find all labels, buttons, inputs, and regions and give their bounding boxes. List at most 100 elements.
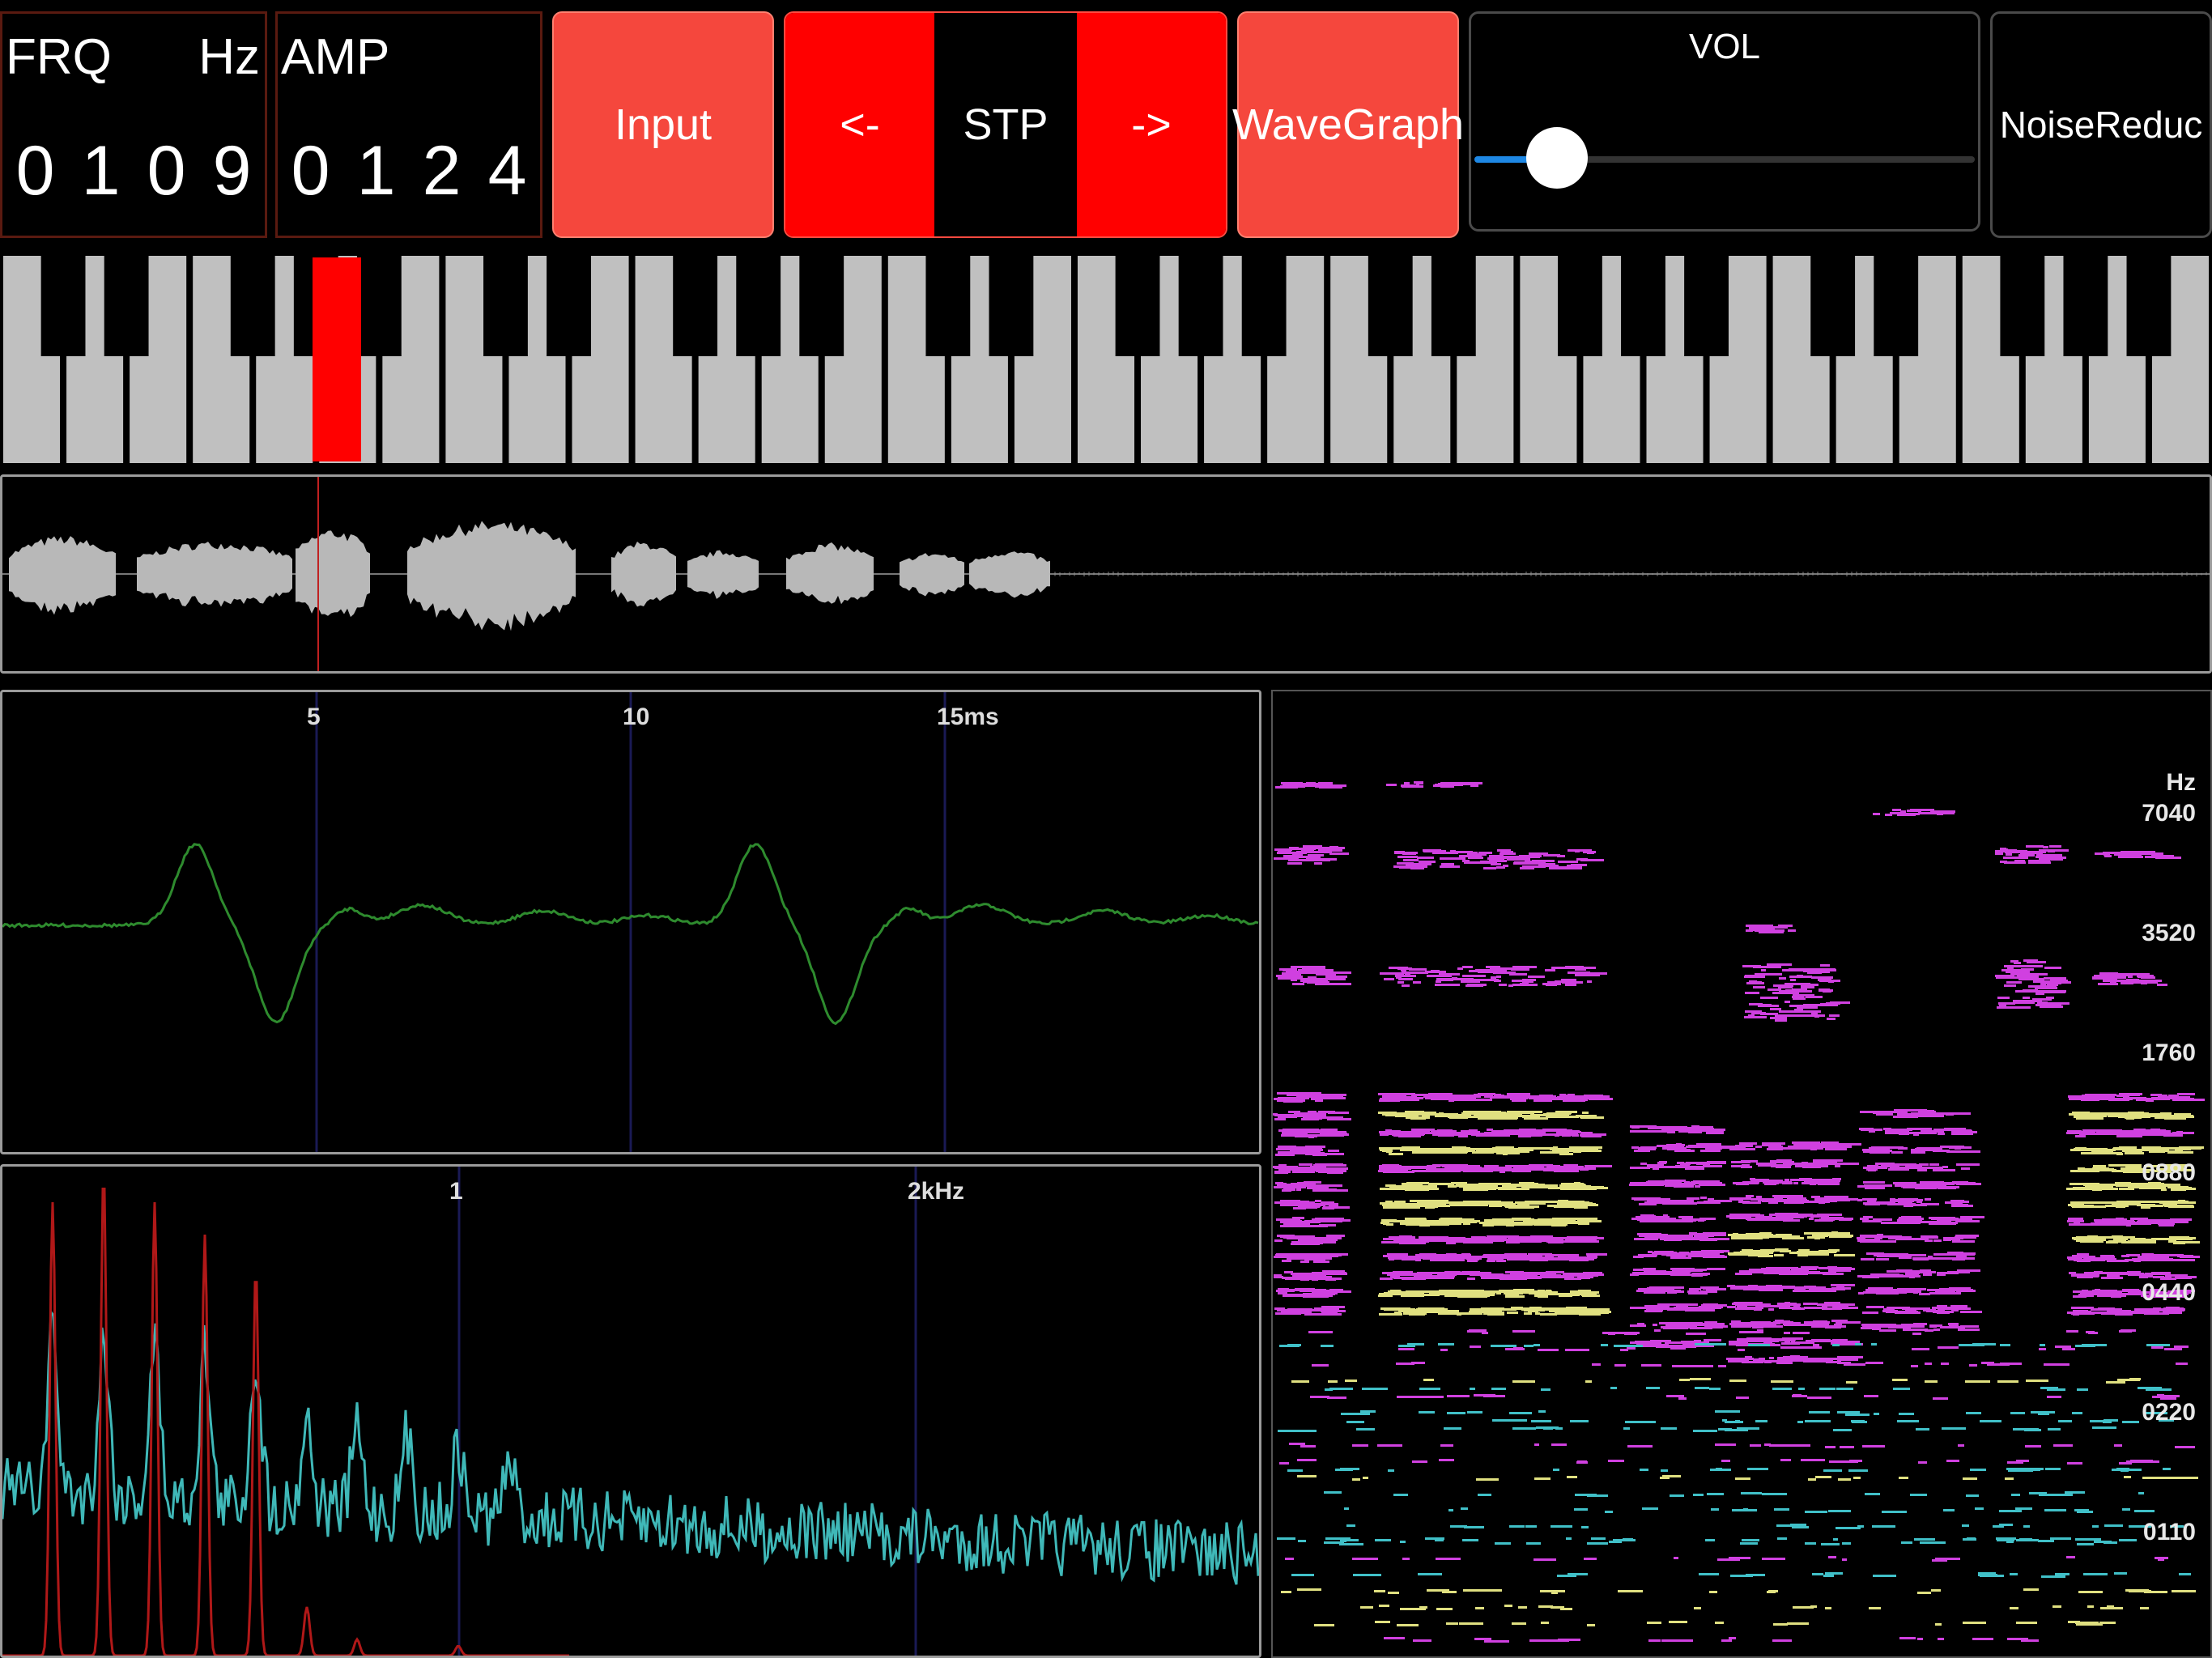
spectrogram-cell bbox=[1736, 1397, 1749, 1399]
spectrogram-cell bbox=[1810, 971, 1830, 973]
spectrogram-cell bbox=[2034, 861, 2044, 863]
spectrogram-cell bbox=[1406, 1223, 1421, 1226]
spectrogram-cell bbox=[1960, 1311, 1982, 1313]
spectrogram-cell bbox=[1828, 980, 1834, 983]
spectrogram-cell bbox=[1876, 1113, 1893, 1116]
spectrogram-cell bbox=[1852, 1421, 1867, 1423]
spectrogram-cell bbox=[1517, 1291, 1540, 1294]
spectrogram-cell bbox=[1278, 1146, 1296, 1148]
noise-reduction-button[interactable]: NoiseReduc bbox=[1990, 11, 2212, 238]
spectrogram-cell bbox=[1842, 1478, 1851, 1481]
spectrogram-cell bbox=[1793, 1332, 1810, 1334]
spectrogram-cell bbox=[1582, 972, 1607, 975]
spectrogram-cell bbox=[1661, 1639, 1679, 1642]
spectrogram-cell bbox=[1462, 975, 1486, 977]
amplitude-digit[interactable]: 2 bbox=[423, 131, 462, 211]
spectrogram-cell bbox=[2110, 982, 2116, 984]
spectrogram-cell bbox=[2119, 1539, 2137, 1541]
spectrogram-cell bbox=[1322, 847, 1345, 849]
spectrogram-cell bbox=[1955, 1235, 1975, 1238]
spectrogram-cell bbox=[1760, 1249, 1777, 1252]
spectrogram-cell bbox=[1721, 1639, 1732, 1642]
frequency-digit[interactable]: 9 bbox=[213, 131, 252, 211]
spectrogram-cell bbox=[2128, 1240, 2134, 1243]
frequency-digit[interactable]: 1 bbox=[82, 131, 121, 211]
spectrogram-cell bbox=[1402, 1558, 1410, 1560]
spectrogram-cell bbox=[1951, 1205, 1973, 1207]
spectrogram-cell bbox=[1704, 1339, 1721, 1341]
spectrogram-cell bbox=[1868, 1169, 1876, 1171]
spectrogram-cell bbox=[1275, 1154, 1295, 1156]
piano-keyboard[interactable] bbox=[0, 256, 2212, 463]
spectrogram-cell bbox=[1629, 1184, 1644, 1186]
spectrogram-cell bbox=[1551, 1254, 1561, 1256]
frequency-digit[interactable]: 0 bbox=[147, 131, 186, 211]
amplitude-digit[interactable]: 0 bbox=[291, 131, 330, 211]
spectrogram-cell bbox=[1794, 1358, 1819, 1360]
spectrogram-cell bbox=[1793, 1606, 1814, 1609]
spectrogram-cell bbox=[1502, 1222, 1513, 1224]
spectrogram-cell bbox=[2158, 1272, 2171, 1274]
spectrogram-cell bbox=[1553, 1469, 1559, 1471]
amplitude-digit[interactable]: 4 bbox=[488, 131, 527, 211]
spectrogram-cell bbox=[2083, 1573, 2108, 1575]
spectrogram-cell bbox=[1699, 1146, 1722, 1148]
hz-label-0220: 0220 bbox=[2142, 1399, 2196, 1426]
spectrogram-cell bbox=[1842, 1542, 1851, 1545]
spectrogram-cell bbox=[2068, 1621, 2080, 1623]
white-key bbox=[1014, 356, 1071, 463]
spectrogram-cell bbox=[1400, 1541, 1406, 1543]
wavegraph-button[interactable]: WaveGraph bbox=[1232, 11, 1464, 238]
amplitude-digit[interactable]: 1 bbox=[357, 131, 396, 211]
spectrogram-cell bbox=[1707, 1493, 1720, 1495]
stop-button[interactable]: STP bbox=[934, 13, 1077, 236]
spectrogram-cell bbox=[1495, 1542, 1511, 1545]
spectrogram-cell bbox=[1409, 968, 1427, 971]
spectrogram-cell bbox=[1925, 1329, 1933, 1332]
spectrogram-cell bbox=[1823, 1469, 1842, 1472]
spectrogram-cell bbox=[1647, 1622, 1661, 1624]
hz-label-1760: 1760 bbox=[2142, 1039, 2196, 1066]
prev-button[interactable]: <- bbox=[785, 13, 934, 236]
spectrogram-cell bbox=[1423, 1379, 1434, 1381]
spectrogram-cell bbox=[1441, 1259, 1465, 1261]
spectrogram-cell bbox=[1379, 1605, 1389, 1607]
spectrogram-cell bbox=[1281, 1289, 1304, 1291]
spectrogram-cell bbox=[1711, 1508, 1719, 1511]
spectrogram-cell bbox=[1695, 1387, 1709, 1389]
spectrogram-cell bbox=[1306, 782, 1316, 784]
recording-waveform[interactable] bbox=[2, 477, 2210, 671]
spectrogram-cell bbox=[1406, 1182, 1429, 1184]
spectrogram-cell bbox=[1493, 971, 1516, 974]
spectrogram-cell bbox=[1467, 1240, 1484, 1243]
spectrogram-cell bbox=[1524, 1117, 1548, 1120]
spectrogram-cell bbox=[1825, 1148, 1847, 1150]
spectrogram-cell bbox=[1862, 1312, 1878, 1314]
spectrogram-cell bbox=[1828, 1183, 1836, 1185]
spectrogram-cell bbox=[1823, 1575, 1834, 1577]
spectrogram-cell bbox=[1892, 1379, 1908, 1381]
spectrogram-cell bbox=[1653, 1324, 1657, 1326]
spectrogram-cell bbox=[1318, 782, 1333, 784]
spectrogram-cell bbox=[1388, 1291, 1393, 1294]
input-button[interactable]: Input bbox=[552, 11, 774, 238]
spectrogram-cell bbox=[1779, 977, 1786, 980]
spectrogram-cell bbox=[1471, 1204, 1488, 1206]
spectrogram-cell bbox=[1894, 1109, 1910, 1112]
spectrogram-cell bbox=[1484, 861, 1497, 864]
recording-overview-panel[interactable] bbox=[0, 474, 2212, 674]
spectrogram-cell bbox=[2090, 1205, 2106, 1208]
frequency-digit[interactable]: 0 bbox=[16, 131, 55, 211]
spectrogram-cell bbox=[1384, 1203, 1410, 1205]
spectrogram-cell bbox=[1702, 1129, 1719, 1132]
spectrogram-cell bbox=[1831, 1320, 1848, 1322]
spectrogram-cell bbox=[2176, 1363, 2188, 1365]
spectrogram-cell bbox=[1692, 1309, 1715, 1312]
spectrogram-cell bbox=[1911, 1288, 1923, 1290]
spectrogram-cell bbox=[1804, 1307, 1823, 1309]
spectrogram-cell bbox=[1324, 1167, 1348, 1170]
volume-slider-thumb[interactable] bbox=[1525, 127, 1588, 189]
spectrogram-cell bbox=[1911, 1151, 1925, 1154]
spectrogram-cell bbox=[1279, 1345, 1300, 1347]
next-button[interactable]: -> bbox=[1077, 13, 1226, 236]
